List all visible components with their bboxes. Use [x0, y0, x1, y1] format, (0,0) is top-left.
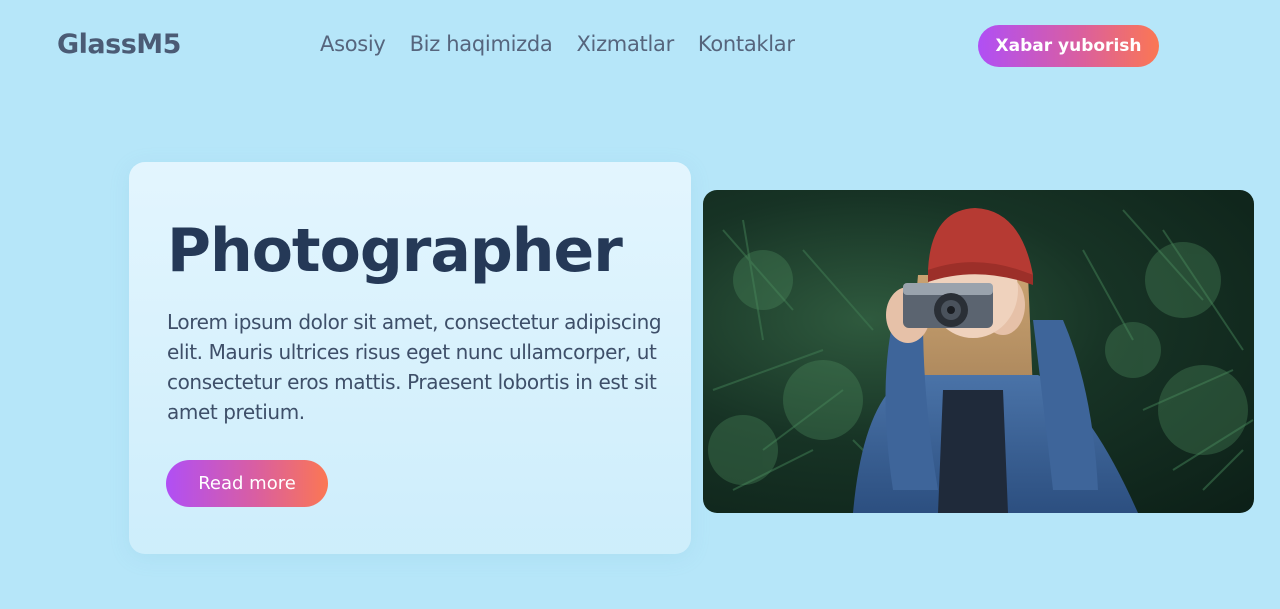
page: GlassM5 Asosiy Biz haqimizda Xizmatlar K…: [0, 0, 1280, 609]
nav-item-kontaklar[interactable]: Kontaklar: [698, 32, 795, 56]
read-more-button[interactable]: Read more: [166, 460, 328, 507]
nav-item-asosiy[interactable]: Asosiy: [320, 32, 386, 56]
nav-item-biz-haqimizda[interactable]: Biz haqimizda: [410, 32, 553, 56]
main-nav: Asosiy Biz haqimizda Xizmatlar Kontaklar: [320, 32, 795, 56]
logo[interactable]: GlassM5: [57, 29, 181, 60]
hero-title: Photographer: [167, 216, 623, 286]
nav-item-xizmatlar[interactable]: Xizmatlar: [576, 32, 674, 56]
send-message-button[interactable]: Xabar yuborish: [978, 25, 1159, 67]
photographer-image: [703, 190, 1254, 513]
hero-description: Lorem ipsum dolor sit amet, consectetur …: [167, 310, 662, 424]
hero-card: Photographer Lorem ipsum dolor sit amet,…: [129, 162, 691, 554]
photographer-illustration: [708, 208, 1254, 513]
